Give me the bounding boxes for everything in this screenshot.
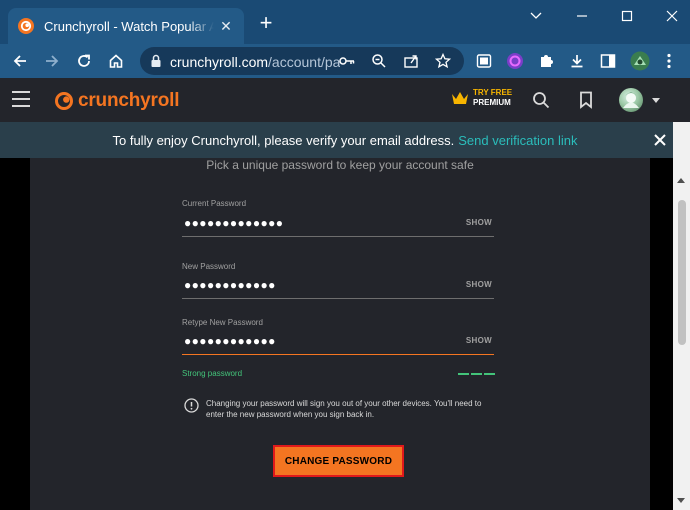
new-password-input[interactable]: ●●●●●●●●●●●● SHOW xyxy=(182,275,494,299)
scrollbar-thumb[interactable] xyxy=(678,200,686,345)
site-info-lock-icon[interactable] xyxy=(150,54,162,73)
info-icon xyxy=(184,398,199,413)
retype-password-value: ●●●●●●●●●●●● xyxy=(184,334,276,348)
browser-titlebar: Crunchyroll - Watch Popular Anime ✕ + xyxy=(0,0,690,44)
new-tab-button[interactable]: + xyxy=(256,12,276,34)
banner-message: To fully enjoy Crunchyroll, please verif… xyxy=(112,132,455,148)
new-password-label: New Password xyxy=(182,262,236,271)
browser-tab[interactable]: Crunchyroll - Watch Popular Anime ✕ xyxy=(8,8,244,44)
address-bar[interactable]: crunchyroll.com/account/password xyxy=(140,47,464,75)
site-header: crunchyroll TRY FREE PREMIUM xyxy=(0,78,690,122)
extension-purple-icon[interactable] xyxy=(503,49,527,73)
verify-email-banner: To fully enjoy Crunchyroll, please verif… xyxy=(0,122,690,158)
change-password-panel: Pick a unique password to keep your acco… xyxy=(30,158,650,510)
avatar[interactable] xyxy=(619,88,643,112)
change-password-button-label: CHANGE PASSWORD xyxy=(284,455,393,467)
change-password-button[interactable]: CHANGE PASSWORD xyxy=(273,445,404,477)
scroll-up-arrow-icon[interactable] xyxy=(677,178,685,183)
new-password-field: New Password ●●●●●●●●●●●● SHOW xyxy=(182,262,494,299)
browser-toolbar: crunchyroll.com/account/password xyxy=(0,44,690,78)
reload-icon[interactable] xyxy=(72,49,96,73)
zoom-icon[interactable] xyxy=(370,52,388,70)
brand-name: crunchyroll xyxy=(78,90,180,111)
key-icon[interactable] xyxy=(338,52,356,70)
url-text: crunchyroll.com/account/password xyxy=(170,54,340,70)
current-password-field: Current Password ●●●●●●●●●●●●● SHOW xyxy=(182,199,494,237)
crunchyroll-logo[interactable]: crunchyroll xyxy=(54,90,179,112)
watchlist-bookmark-icon[interactable] xyxy=(576,90,596,110)
window-close-icon[interactable] xyxy=(662,6,682,26)
current-password-value: ●●●●●●●●●●●●● xyxy=(184,216,284,230)
crunchyroll-favicon-icon xyxy=(18,18,34,34)
hamburger-menu-icon[interactable] xyxy=(12,91,30,107)
premium-label: PREMIUM xyxy=(473,98,511,107)
search-icon[interactable] xyxy=(531,90,551,110)
password-strength-label: Strong password xyxy=(182,369,243,378)
share-icon[interactable] xyxy=(402,52,420,70)
sign-out-notice-text: Changing your password will sign you out… xyxy=(206,399,482,419)
maximize-icon[interactable] xyxy=(617,6,637,26)
tab-search-chevron-down-icon[interactable] xyxy=(526,6,546,26)
retype-password-input[interactable]: ●●●●●●●●●●●● SHOW xyxy=(182,331,494,355)
current-password-input[interactable]: ●●●●●●●●●●●●● SHOW xyxy=(182,213,494,237)
profile-icon[interactable] xyxy=(628,49,652,73)
extension-icon[interactable] xyxy=(472,49,496,73)
crunchyroll-logo-icon xyxy=(55,92,73,110)
tab-close-icon[interactable]: ✕ xyxy=(218,18,234,35)
minimize-icon[interactable] xyxy=(572,6,592,26)
tab-title: Crunchyroll - Watch Popular Anime xyxy=(44,18,214,34)
retype-password-label: Retype New Password xyxy=(182,318,263,327)
download-icon[interactable] xyxy=(565,49,589,73)
form-subtitle: Pick a unique password to keep your acco… xyxy=(206,158,474,172)
back-icon[interactable] xyxy=(8,49,32,73)
scroll-down-arrow-icon[interactable] xyxy=(677,498,685,503)
new-password-value: ●●●●●●●●●●●● xyxy=(184,278,276,292)
bookmark-star-icon[interactable] xyxy=(434,52,452,70)
puzzle-icon[interactable] xyxy=(534,49,558,73)
sidepanel-icon[interactable] xyxy=(596,49,620,73)
forward-icon[interactable] xyxy=(40,49,64,73)
crown-icon xyxy=(452,92,468,104)
account-menu-caret-icon[interactable] xyxy=(652,98,660,103)
current-password-label: Current Password xyxy=(182,199,247,208)
password-strength-meter xyxy=(456,373,495,375)
retype-password-field: Retype New Password ●●●●●●●●●●●● SHOW xyxy=(182,318,494,355)
try-free-premium-button[interactable]: TRY FREE PREMIUM xyxy=(451,88,512,108)
new-password-show-toggle[interactable]: SHOW xyxy=(466,280,492,289)
banner-close-icon[interactable] xyxy=(651,131,669,149)
retype-password-show-toggle[interactable]: SHOW xyxy=(466,336,492,345)
send-verification-link[interactable]: Send verification link xyxy=(458,133,577,148)
current-password-show-toggle[interactable]: SHOW xyxy=(466,218,492,227)
try-free-label: TRY FREE xyxy=(473,88,513,97)
kebab-menu-icon[interactable] xyxy=(657,49,681,73)
home-icon[interactable] xyxy=(104,49,128,73)
